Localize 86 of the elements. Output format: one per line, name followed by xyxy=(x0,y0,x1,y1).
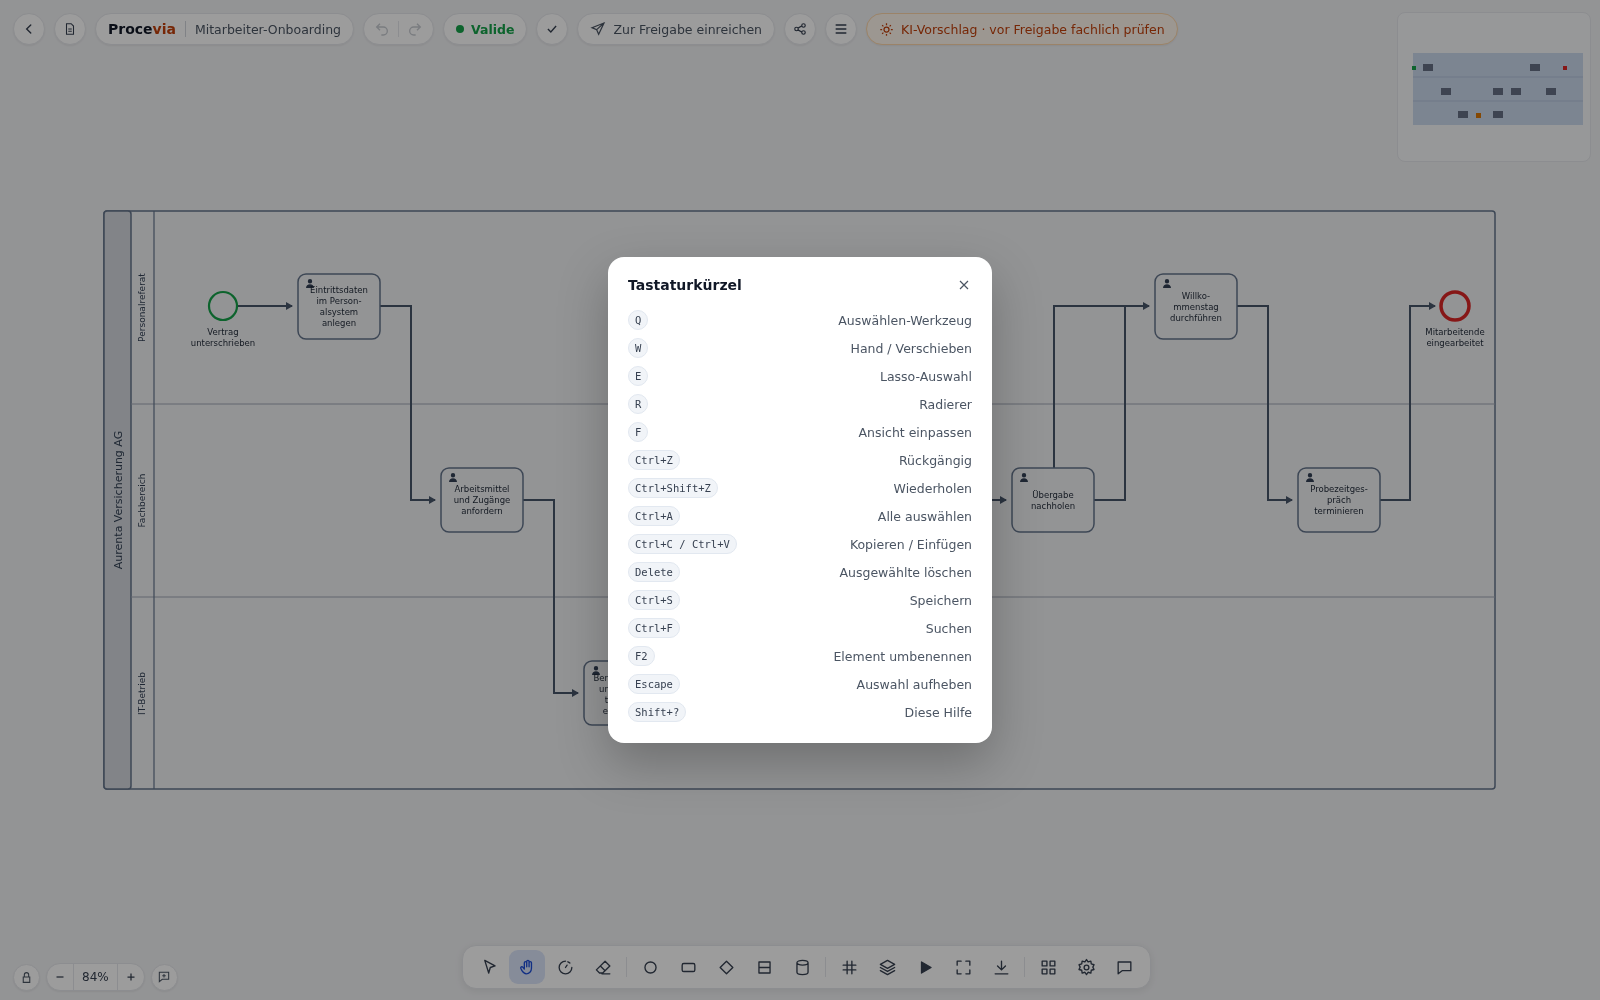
check-button[interactable] xyxy=(536,13,569,45)
share-icon xyxy=(793,22,808,36)
comment-plus-icon xyxy=(157,970,172,984)
share-button[interactable] xyxy=(784,13,817,45)
task-label: Eintrittsdaten im Person- alsystem anlegen xyxy=(310,285,368,328)
hand-tool[interactable] xyxy=(509,950,545,984)
menu-button[interactable] xyxy=(825,13,858,45)
shortcut-description: Wiederholen xyxy=(893,480,972,496)
key-chip: Ctrl+Shift+Z xyxy=(628,478,718,498)
shortcut-description: Ausgewählte löschen xyxy=(839,564,972,580)
status-label: Valide xyxy=(471,21,515,37)
user-icon xyxy=(592,666,600,675)
dialog-title: Tastaturkürzel xyxy=(628,277,742,293)
shortcut-description: Alle auswählen xyxy=(877,508,972,524)
shortcut-description: Speichern xyxy=(909,592,972,608)
ai-suggestion-button[interactable]: KI-Vorschlag · vor Freigabe fachlich prüfen xyxy=(866,13,1178,45)
task-label: Übergabe nachholen xyxy=(1030,489,1076,511)
key-chip: F2 xyxy=(628,646,655,666)
close-icon xyxy=(958,279,970,291)
shortcut-description: Ansicht einpassen xyxy=(858,424,972,440)
key-chip: Ctrl+F xyxy=(628,618,680,638)
task-label: Ber ur t e xyxy=(593,673,608,716)
shortcut-description: Auswählen-Werkzeug xyxy=(838,312,972,328)
task[interactable] xyxy=(440,467,524,533)
fullscreen-icon xyxy=(953,957,973,977)
event-label: Vertrag unterschrieben xyxy=(190,327,256,348)
shortcut-description: Suchen xyxy=(925,620,972,636)
minimap[interactable] xyxy=(1397,12,1591,162)
document-title: Mitarbeiter-Onboarding xyxy=(194,21,341,37)
shortcut-description: Radierer xyxy=(919,396,972,412)
user-icon xyxy=(1020,473,1028,482)
key-chip: F xyxy=(628,422,649,442)
key-chip: Q xyxy=(628,310,649,330)
lane-label: Personalreferat xyxy=(137,273,147,342)
event-label: Mitarbeitende eingearbeitet xyxy=(1425,327,1485,348)
key-chip: Escape xyxy=(628,674,680,694)
key-chip: Ctrl+Z xyxy=(628,450,680,470)
key-chip: W xyxy=(628,338,649,358)
task-label: Arbeitsmittel und Zugänge anfordern xyxy=(453,484,511,516)
key-chip: Shift+? xyxy=(628,702,687,722)
sequence-flow xyxy=(236,302,293,310)
lane-label: IT-Betrieb xyxy=(137,672,147,715)
settings-icon xyxy=(1076,957,1096,977)
add-comment-button[interactable] xyxy=(150,963,178,991)
shortcut-description: Auswahl aufheben xyxy=(856,676,972,692)
shortcut-description: Kopieren / Einfügen xyxy=(849,536,972,552)
sun-icon xyxy=(879,21,895,37)
task[interactable] xyxy=(1154,273,1238,340)
lock-button[interactable] xyxy=(13,963,40,991)
document-icon xyxy=(63,22,77,36)
shortcut-description: Rückgängig xyxy=(898,452,972,468)
key-chip: R xyxy=(628,394,649,414)
key-chip: Ctrl+S xyxy=(628,590,680,610)
zoom-level: 84% xyxy=(73,964,118,990)
key-chip: E xyxy=(628,366,649,386)
document-button[interactable] xyxy=(54,13,86,45)
shortcut-description: Diese Hilfe xyxy=(904,704,972,720)
undo-icon xyxy=(374,21,390,37)
shortcut-description: Element umbenennen xyxy=(833,648,972,664)
key-chip: Delete xyxy=(628,562,680,582)
lane-label: Fachbereich xyxy=(137,473,147,528)
user-icon xyxy=(306,279,314,288)
shortcut-description: Lasso-Auswahl xyxy=(879,368,972,384)
key-chip: Ctrl+A xyxy=(628,506,680,526)
user-icon xyxy=(1163,279,1171,288)
diamond-icon xyxy=(716,957,736,977)
lock-icon xyxy=(20,970,33,984)
redo-icon xyxy=(407,21,423,37)
pool-label: Aurenta Versicherung AG xyxy=(112,430,125,570)
end-event[interactable] xyxy=(1439,290,1471,322)
task-label: Probezeitges- präch terminieren xyxy=(1310,484,1368,516)
task-label: Willko- mmenstag durchführen xyxy=(1170,290,1222,323)
layers-icon xyxy=(877,957,897,977)
key-chip: Ctrl+C / Ctrl+V xyxy=(628,534,737,554)
apps-icon xyxy=(1038,957,1058,977)
lasso-icon xyxy=(555,957,575,977)
sequence-flow xyxy=(991,496,1007,504)
user-icon xyxy=(1306,473,1314,482)
send-icon xyxy=(590,21,607,37)
user-icon xyxy=(449,473,457,482)
task[interactable] xyxy=(1011,467,1095,533)
brand-logo: Procevia xyxy=(108,21,176,37)
task[interactable] xyxy=(297,273,381,340)
shortcut-description: Hand / Verschieben xyxy=(850,340,972,356)
task[interactable] xyxy=(1297,467,1381,533)
submit-button[interactable]: Zur Freigabe einreichen xyxy=(577,13,776,45)
